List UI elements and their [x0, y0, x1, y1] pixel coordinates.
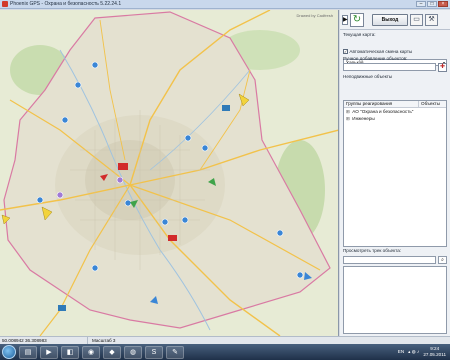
clock-date: 27.05.2011	[423, 351, 446, 357]
app-icon	[2, 1, 8, 7]
group-label: Инженеры	[352, 116, 375, 121]
exit-button[interactable]: Выход	[372, 13, 408, 26]
taskbar-paint[interactable]: ✎	[166, 345, 184, 359]
paint-icon: ✎	[172, 348, 178, 356]
manual-add-label: Ручное добавление объектов:	[343, 56, 408, 61]
manual-add-row: ✚	[343, 63, 447, 72]
language-indicator[interactable]: EN	[398, 349, 404, 354]
expand-icon[interactable]: ⊞	[346, 108, 351, 115]
groups-header: Группы реагирования Объекты	[344, 101, 446, 108]
stationary-label: Неподвижные объекты	[343, 74, 393, 79]
add-object-icon: ✚	[439, 64, 446, 70]
window-title: Phoenix GPS - Охрана и безопасность 5.22…	[10, 1, 122, 7]
track-row: ⌕	[343, 256, 447, 264]
tree-item-group-2[interactable]: ⊞ Инженеры	[344, 115, 446, 122]
app-icon: ◧	[66, 348, 74, 356]
minimize-button[interactable]: –	[416, 1, 426, 7]
taskbar-explorer[interactable]: ▤	[19, 345, 37, 359]
taskbar-globe[interactable]: ◍	[124, 345, 142, 359]
map-canvas[interactable]	[0, 10, 339, 336]
groups-col-header[interactable]: Группы реагирования	[344, 101, 419, 107]
maximize-button[interactable]: □	[427, 1, 437, 7]
start-button[interactable]	[2, 345, 16, 359]
taskbar-phoenix[interactable]: ◆	[103, 345, 121, 359]
taskbar-app[interactable]: ◧	[61, 345, 79, 359]
message-button[interactable]: ▭	[410, 13, 423, 26]
group-label: АО "Охрана и безопасность"	[352, 109, 414, 114]
taskbar: ▤ ▶ ◧ ◉ ◆ ◍ S ✎ EN ▴ ◍ ♪ 9:24 27.05.2011	[0, 344, 450, 360]
media-icon: ▶	[46, 348, 52, 356]
status-bar: 50.008942 36.308983 Масштаб 3	[0, 336, 450, 344]
refresh-button[interactable]: ↻	[350, 12, 364, 27]
auto-change-label: Автоматическая смена карты	[349, 49, 413, 54]
map-credit: Drawed by Cadfresh	[296, 13, 333, 18]
close-button[interactable]: ×	[438, 1, 448, 7]
coordinates-readout: 50.008942 36.308983	[0, 337, 88, 344]
wrench-icon: ⚒	[428, 15, 435, 23]
tree-item-group-1[interactable]: ⊞ АО "Охрана и безопасность"	[344, 108, 446, 115]
track-label: Просмотреть трек объекта:	[343, 248, 402, 253]
scale-readout: Масштаб 3	[92, 338, 116, 343]
taskbar-browser[interactable]: ◉	[82, 345, 100, 359]
search-icon: ⌕	[441, 257, 444, 263]
auto-change-checkbox[interactable]: ✓	[343, 49, 348, 55]
monitor-icon: ▭	[413, 15, 420, 23]
groups-list[interactable]: Группы реагирования Объекты ⊞ АО "Охрана…	[343, 100, 447, 247]
chrome-icon: ◉	[87, 348, 95, 356]
globe-icon: ◍	[129, 348, 137, 356]
taskbar-media[interactable]: ▶	[40, 345, 58, 359]
toolbar: ▶ ↻ Выход ▭ ⚒	[340, 10, 450, 30]
track-input[interactable]	[343, 256, 436, 264]
manual-add-input[interactable]	[343, 63, 436, 71]
track-search-button[interactable]: ⌕	[438, 256, 447, 264]
map-view[interactable]: Drawed by Cadfresh	[0, 10, 339, 336]
add-object-button[interactable]: ✚	[438, 63, 447, 72]
title-bar: Phoenix GPS - Охрана и безопасность 5.22…	[0, 0, 450, 9]
skype-icon: S	[151, 348, 157, 356]
track-list[interactable]	[343, 266, 447, 334]
control-panel: ▶ ↻ Выход ▭ ⚒ Текущая карта: Харьков ▾ ✓…	[340, 10, 450, 336]
auto-change-row[interactable]: ✓ Автоматическая смена карты	[343, 49, 412, 55]
clock[interactable]: 9:24 27.05.2011	[423, 346, 446, 357]
tray-icons[interactable]: ▴ ◍ ♪	[408, 349, 419, 355]
window-controls: – □ ×	[416, 1, 448, 7]
refresh-icon: ↻	[352, 14, 362, 25]
tools-button[interactable]: ⚒	[425, 13, 438, 26]
taskbar-skype[interactable]: S	[145, 345, 163, 359]
system-tray: EN ▴ ◍ ♪ 9:24 27.05.2011	[398, 346, 446, 357]
current-map-label: Текущая карта:	[343, 32, 376, 37]
expand-icon[interactable]: ⊞	[346, 115, 351, 122]
objects-col-header[interactable]: Объекты	[419, 101, 440, 107]
play-button[interactable]: ▶	[342, 14, 348, 25]
folder-icon: ▤	[24, 348, 32, 356]
phoenix-icon: ◆	[109, 348, 115, 356]
